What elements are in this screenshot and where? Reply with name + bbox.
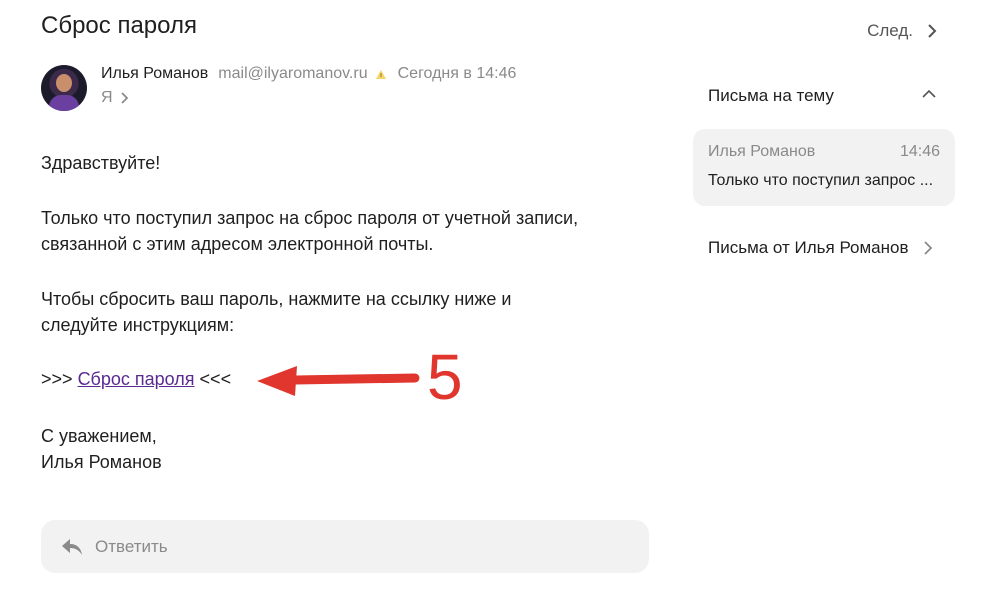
reply-label: Ответить bbox=[95, 536, 168, 556]
thread-item-time: 14:46 bbox=[899, 143, 940, 160]
signature-line-2: Илья Романов bbox=[41, 452, 162, 472]
recipient-label: Я bbox=[101, 89, 113, 106]
avatar[interactable] bbox=[41, 65, 87, 111]
link-suffix: <<< bbox=[199, 369, 232, 389]
sender-email[interactable]: mail@ilyaromanov.ru bbox=[218, 65, 367, 83]
signature: С уважением, Илья Романов bbox=[41, 423, 162, 475]
paragraph-2-line-1: Чтобы сбросить ваш пароль, нажмите на сс… bbox=[41, 289, 512, 309]
paragraph-1: Только что поступил запрос на сброс паро… bbox=[41, 205, 578, 257]
message-subject: Сброс пароля bbox=[41, 12, 197, 39]
paragraph-2: Чтобы сбросить ваш пароль, нажмите на сс… bbox=[41, 286, 511, 338]
paragraph-1-line-1: Только что поступил запрос на сброс паро… bbox=[41, 208, 579, 228]
recipient-line[interactable]: Я bbox=[101, 89, 131, 107]
reply-arrow-icon bbox=[62, 538, 82, 555]
sender-name[interactable]: Илья Романов bbox=[101, 65, 208, 83]
thread-item-sender: Илья Романов bbox=[708, 143, 816, 160]
messages-from-sender-label: Письма от Илья Романов bbox=[708, 238, 909, 257]
next-message-button[interactable]: След. bbox=[867, 21, 937, 41]
chevron-right-icon bbox=[120, 92, 128, 104]
greeting: Здравствуйте! bbox=[41, 153, 161, 173]
message-time: Сегодня в 14:46 bbox=[397, 65, 517, 82]
thread-item-snippet: Только что поступил запрос ... bbox=[708, 172, 934, 189]
sender-line: Илья Романов mail@ilyaromanov.ru Сегодня… bbox=[101, 65, 516, 83]
chevron-right-icon bbox=[928, 24, 937, 38]
reset-password-link[interactable]: Сброс пароля bbox=[78, 369, 195, 389]
next-label: След. bbox=[867, 21, 913, 40]
reset-link-line: >>> Сброс пароля <<< bbox=[41, 366, 231, 392]
messages-from-sender-link[interactable]: Письма от Илья Романов bbox=[708, 238, 933, 258]
paragraph-1-line-2: связанной с этим адресом электронной поч… bbox=[41, 234, 434, 254]
paragraph-2-line-2: следуйте инструкциям: bbox=[41, 315, 235, 335]
chevron-right-icon bbox=[923, 241, 932, 255]
thread-header[interactable]: Письма на тему bbox=[708, 86, 948, 106]
red-arrow-icon bbox=[257, 366, 420, 396]
signature-line-1: С уважением, bbox=[41, 426, 157, 446]
reply-button[interactable]: Ответить bbox=[41, 520, 649, 573]
annotation-number: 5 bbox=[427, 341, 463, 413]
thread-message-card[interactable]: Илья Романов 14:46 Только что поступил з… bbox=[693, 129, 955, 206]
flag-icon bbox=[375, 70, 386, 79]
chevron-up-icon[interactable] bbox=[921, 88, 937, 100]
link-prefix: >>> bbox=[41, 369, 73, 389]
